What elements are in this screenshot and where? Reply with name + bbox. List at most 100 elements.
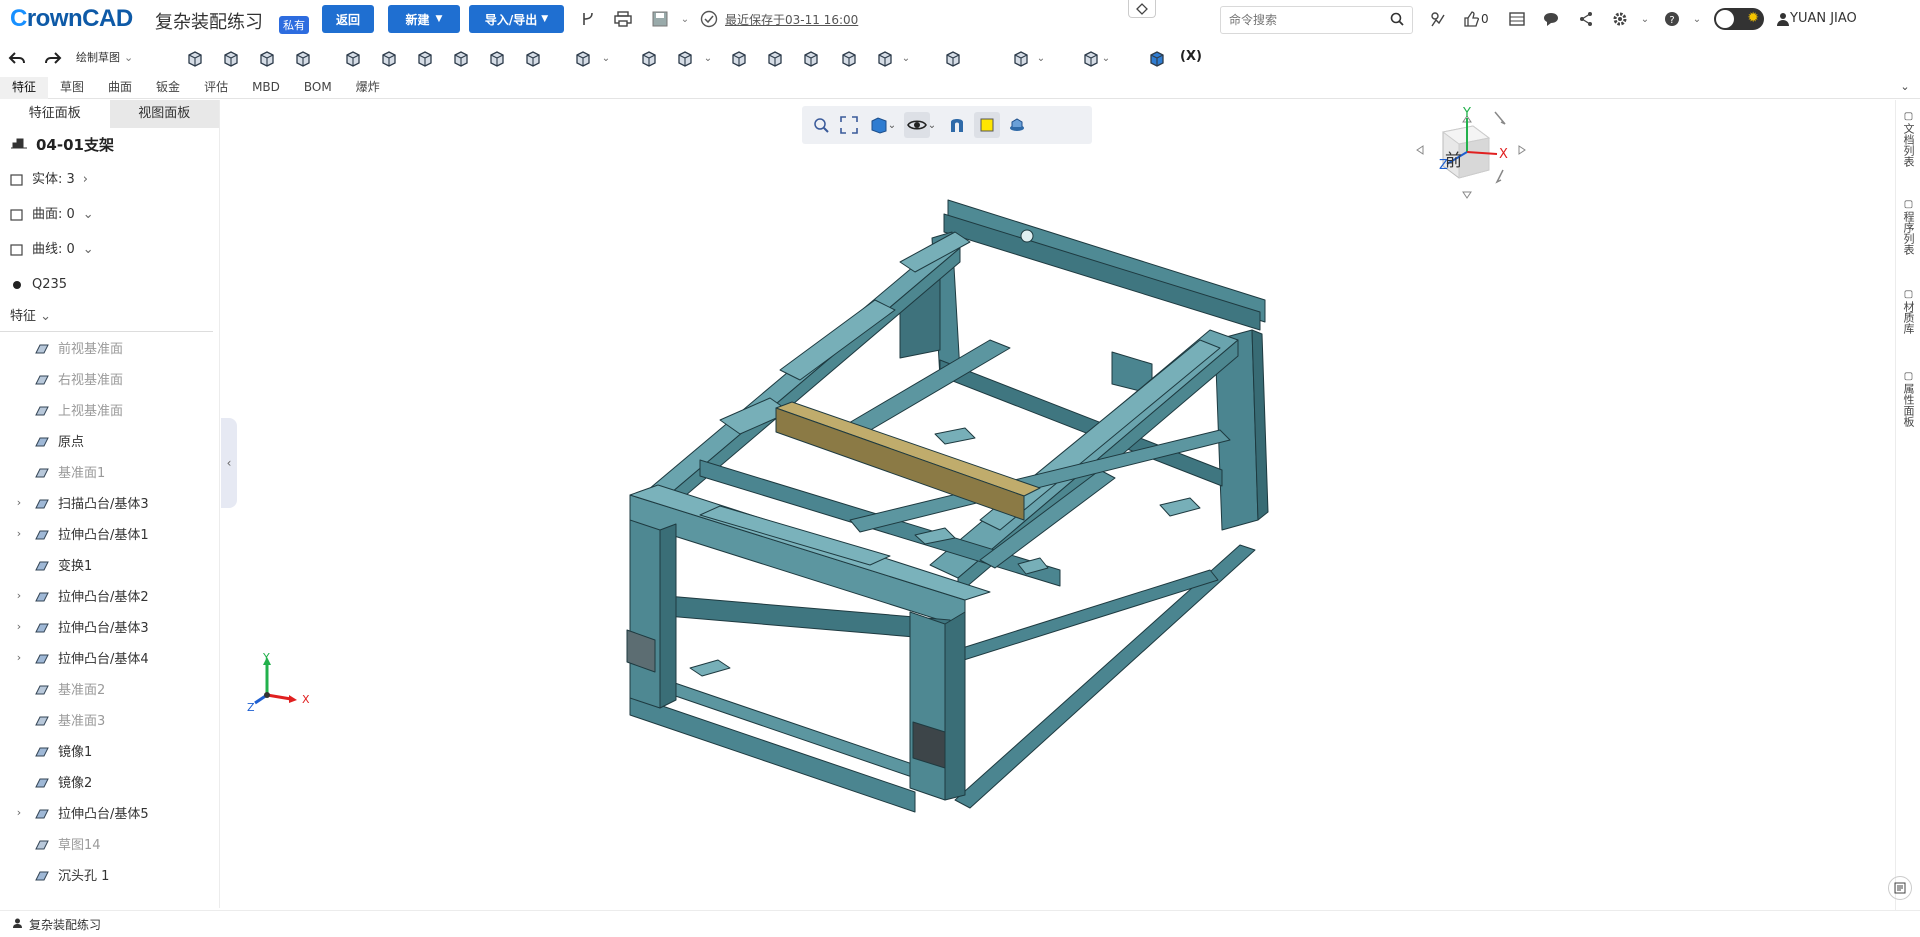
chevron-down-icon[interactable]: ⌄: [1100, 45, 1112, 71]
3d-viewport[interactable]: ⌄ ⌄ 前 X Y Z Y X Z: [237, 100, 1894, 908]
summary-row[interactable]: 曲线: 0 ⌄: [0, 232, 219, 267]
new-button[interactable]: 新建 ▼: [388, 5, 460, 33]
feature-tree-item[interactable]: 基准面2: [0, 673, 219, 704]
tab-6[interactable]: BOM: [292, 77, 344, 99]
theme-toggle[interactable]: ✹: [1714, 8, 1764, 30]
tab-1[interactable]: 草图: [48, 77, 96, 99]
formula-button[interactable]: (X): [1180, 49, 1202, 64]
material-icon[interactable]: [1144, 45, 1170, 71]
chevron-down-icon[interactable]: ⌄: [1690, 9, 1704, 29]
thread-icon[interactable]: [520, 45, 546, 71]
right-panel-properties[interactable]: ▢ 属性面板: [1896, 370, 1920, 427]
user-name[interactable]: YUAN JIAO: [1790, 11, 1857, 26]
tab-2[interactable]: 曲面: [96, 77, 144, 99]
split-icon[interactable]: [940, 45, 966, 71]
branch-icon[interactable]: [578, 9, 598, 29]
feature-tree-item[interactable]: 上视基准面: [0, 394, 219, 425]
feature-tree-item[interactable]: 镜像2: [0, 766, 219, 797]
chevron-right-icon[interactable]: ›: [12, 589, 26, 602]
fit-view-icon[interactable]: [836, 112, 862, 138]
chevron-down-icon[interactable]: ⌄: [1638, 9, 1652, 29]
pin-icon[interactable]: [1128, 0, 1156, 18]
feature-header[interactable]: 特征 ⌄: [0, 302, 213, 332]
right-panel-program-list[interactable]: ▢ 程序列表: [1896, 198, 1920, 255]
tab-7[interactable]: 爆炸: [344, 77, 392, 99]
feature-tree-item[interactable]: › 拉伸凸台/基体4: [0, 642, 219, 673]
frame-model[interactable]: [626, 199, 1269, 813]
command-search[interactable]: [1220, 6, 1413, 34]
feature-tree-item[interactable]: 前视基准面: [0, 332, 219, 363]
summary-row[interactable]: 曲面: 0 ⌄: [0, 197, 219, 232]
draft-icon[interactable]: [762, 45, 788, 71]
feature-tree-item[interactable]: 镜像1: [0, 735, 219, 766]
tab-3[interactable]: 钣金: [144, 77, 192, 99]
chevron-down-icon[interactable]: ⌄: [600, 45, 612, 71]
zoom-icon[interactable]: [808, 112, 834, 138]
sketch-select[interactable]: 绘制草图 ⌄: [76, 49, 133, 65]
chevron-down-icon[interactable]: ⌄: [900, 45, 912, 71]
chevron-right-icon[interactable]: ›: [12, 651, 26, 664]
feature-tree-item[interactable]: 原点: [0, 425, 219, 456]
view-cube[interactable]: 前 X Y Z: [1415, 100, 1535, 200]
chevron-down-icon[interactable]: ⌄: [886, 112, 898, 138]
feature-tree-item[interactable]: › 拉伸凸台/基体1: [0, 518, 219, 549]
search-icon[interactable]: [1390, 12, 1404, 29]
feature-tree-item[interactable]: 右视基准面: [0, 363, 219, 394]
feature-tree-item[interactable]: › 扫描凸台/基体3: [0, 487, 219, 518]
back-button[interactable]: 返回: [322, 5, 374, 33]
summary-row[interactable]: 实体: 3 ›: [0, 162, 219, 197]
feature-tree-item[interactable]: 沉头孔 1: [0, 859, 219, 890]
chevron-down-icon[interactable]: ⌄: [926, 112, 938, 138]
feature-tree-item[interactable]: › 拉伸凸台/基体3: [0, 611, 219, 642]
layout-icon[interactable]: [1507, 9, 1527, 29]
notes-icon[interactable]: [1888, 876, 1912, 900]
help-icon[interactable]: ?: [1662, 9, 1682, 29]
cut-sweep-icon[interactable]: [412, 45, 438, 71]
chevron-right-icon[interactable]: ›: [12, 620, 26, 633]
feature-tree-item[interactable]: › 拉伸凸台/基体5: [0, 797, 219, 828]
summary-row[interactable]: Q235: [0, 267, 219, 302]
shaded-view-icon[interactable]: [974, 112, 1000, 138]
like-icon[interactable]: [1460, 9, 1482, 29]
comment-icon[interactable]: [1541, 9, 1561, 29]
part-name[interactable]: 04-01支架: [0, 128, 219, 162]
chevron-right-icon[interactable]: ›: [12, 496, 26, 509]
feature-tree-item[interactable]: 基准面1: [0, 456, 219, 487]
mirror-icon[interactable]: [836, 45, 862, 71]
plane-icon[interactable]: [1008, 45, 1034, 71]
chevron-down-icon[interactable]: ⌄: [1035, 45, 1047, 71]
loft-icon[interactable]: [290, 45, 316, 71]
search-input[interactable]: [1229, 13, 1379, 27]
feature-tree-item[interactable]: 变换1: [0, 549, 219, 580]
tab-view-panel[interactable]: 视图面板: [109, 100, 219, 128]
collapse-sidebar-button[interactable]: ‹: [221, 418, 237, 508]
sweep-icon[interactable]: [254, 45, 280, 71]
feature-tree-item[interactable]: 基准面3: [0, 704, 219, 735]
collaborate-icon[interactable]: [1428, 9, 1448, 29]
feature-tree-item[interactable]: › 拉伸凸台/基体2: [0, 580, 219, 611]
redo-icon[interactable]: [40, 45, 66, 71]
extrude-icon[interactable]: [182, 45, 208, 71]
chevron-down-icon[interactable]: ⌄: [702, 45, 714, 71]
tab-feature-panel[interactable]: 特征面板: [0, 100, 110, 128]
chevron-right-icon[interactable]: ›: [12, 806, 26, 819]
tab-5[interactable]: MBD: [240, 77, 292, 99]
hole-icon[interactable]: [484, 45, 510, 71]
section-view-icon[interactable]: [944, 112, 970, 138]
import-export-button[interactable]: 导入/导出 ▼: [469, 5, 564, 33]
rib-icon[interactable]: [798, 45, 824, 71]
shell-icon[interactable]: [726, 45, 752, 71]
chamfer-icon[interactable]: [672, 45, 698, 71]
cut-extrude-icon[interactable]: [340, 45, 366, 71]
save-icon[interactable]: [650, 9, 670, 29]
render-icon[interactable]: [1004, 112, 1030, 138]
feature-tree-item[interactable]: 草图14: [0, 828, 219, 859]
fillet-icon[interactable]: [636, 45, 662, 71]
cut-loft-icon[interactable]: [448, 45, 474, 71]
chevron-down-icon[interactable]: ⌄: [678, 9, 692, 29]
right-panel-material-library[interactable]: ▢ 材质库: [1896, 288, 1920, 334]
share-icon[interactable]: [1576, 9, 1596, 29]
cut-revolve-icon[interactable]: [376, 45, 402, 71]
chevron-right-icon[interactable]: ›: [12, 527, 26, 540]
gear-icon[interactable]: [1610, 9, 1630, 29]
